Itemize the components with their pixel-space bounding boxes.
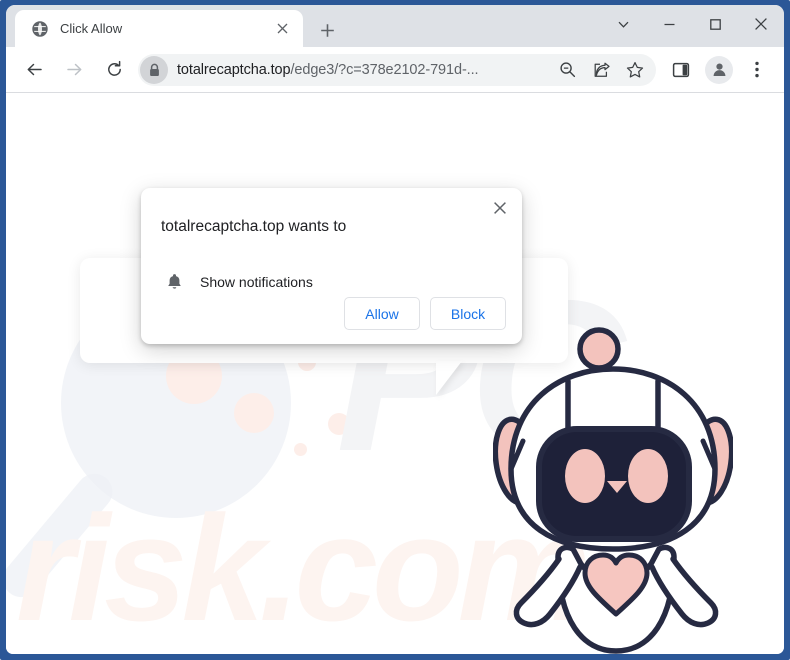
close-tab-button[interactable] (271, 18, 293, 40)
tab-strip: Click Allow (6, 5, 784, 47)
page-viewport: PC risk.com Cl (6, 93, 784, 654)
globe-icon (31, 20, 48, 37)
browser-tab[interactable]: Click Allow (15, 10, 303, 47)
new-tab-button[interactable] (313, 16, 341, 44)
decor-dot (234, 393, 274, 433)
bookmark-star-icon[interactable] (620, 55, 650, 85)
minimize-button[interactable] (646, 5, 692, 43)
url-path: /edge3/?c=378e2102-791d-... (290, 61, 479, 78)
allow-button[interactable]: Allow (344, 297, 420, 330)
tab-title: Click Allow (60, 21, 123, 36)
tab-search-button[interactable] (600, 5, 646, 43)
permission-row: Show notifications (163, 273, 313, 290)
dialog-title: totalrecaptcha.top wants to (161, 218, 347, 235)
omnibox-icons (550, 55, 652, 85)
window-controls (600, 5, 784, 43)
url-text: totalrecaptcha.top/edge3/?c=378e2102-791… (177, 61, 479, 78)
zoom-icon[interactable] (552, 55, 582, 85)
profile-avatar[interactable] (705, 55, 733, 84)
dialog-actions: Allow Block (344, 297, 506, 330)
robot-mascot (492, 321, 735, 654)
address-bar[interactable]: totalrecaptcha.top/edge3/?c=378e2102-791… (138, 53, 656, 86)
maximize-button[interactable] (692, 5, 738, 43)
headline-card-tail (436, 361, 462, 395)
permission-label: Show notifications (200, 273, 313, 290)
forward-button[interactable] (59, 55, 89, 85)
share-icon[interactable] (586, 55, 616, 85)
browser-window-frame: Click Allow totalrecaptcha.top/edge3/?c=… (0, 0, 790, 660)
block-button[interactable]: Block (430, 297, 506, 330)
lock-icon[interactable] (140, 55, 168, 84)
close-window-button[interactable] (738, 5, 784, 43)
more-menu-icon[interactable] (741, 54, 773, 86)
bell-icon (163, 273, 185, 290)
reload-button[interactable] (99, 55, 129, 85)
close-dialog-button[interactable] (486, 194, 514, 222)
back-button[interactable] (19, 55, 49, 85)
decor-dot (294, 443, 307, 456)
browser-toolbar: totalrecaptcha.top/edge3/?c=378e2102-791… (6, 47, 784, 93)
browser-window: Click Allow totalrecaptcha.top/edge3/?c=… (6, 5, 784, 654)
notification-permission-dialog: totalrecaptcha.top wants to Show notific… (141, 188, 522, 344)
side-panel-icon[interactable] (665, 54, 697, 86)
